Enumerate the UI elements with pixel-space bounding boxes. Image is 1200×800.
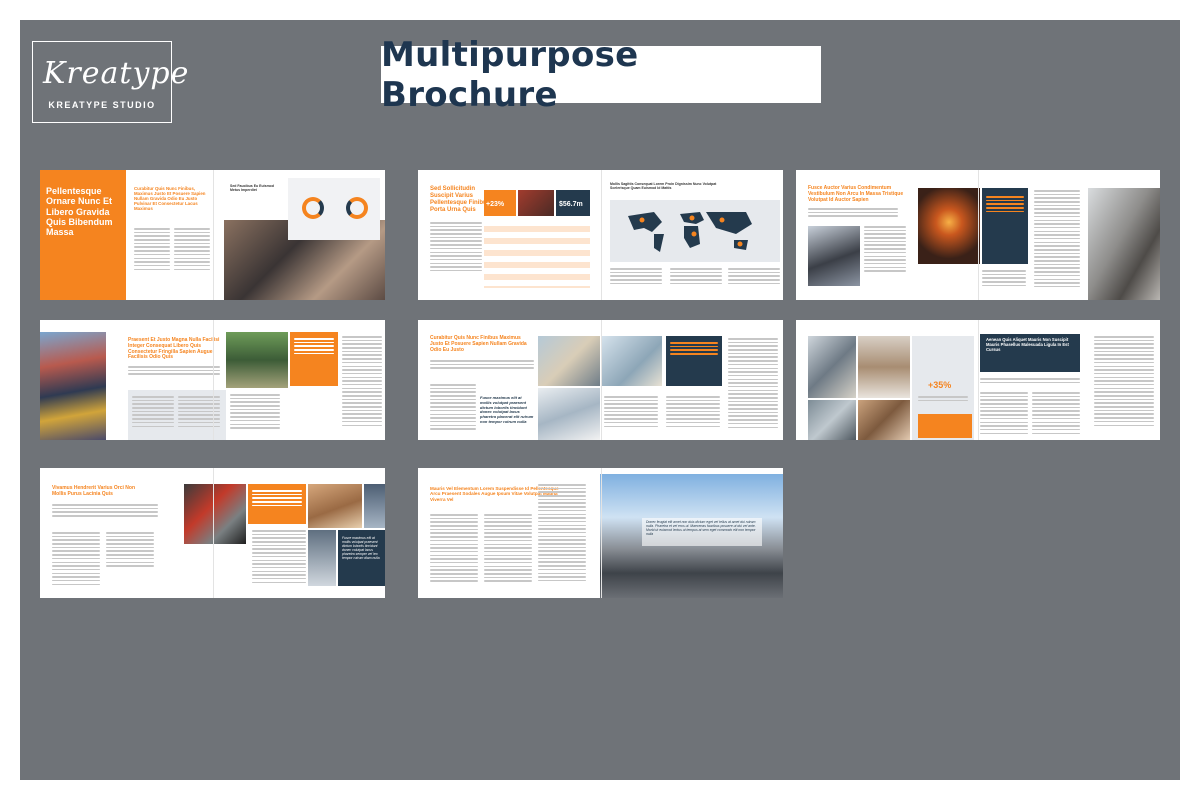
living-room-photo (602, 336, 662, 386)
stat-value-2: $56.7m (559, 201, 583, 208)
world-map-icon (628, 212, 752, 252)
body-text-column (982, 270, 1026, 288)
room-photo (858, 336, 910, 398)
body-text-column (864, 226, 906, 274)
logo-studio-name: KREATYPE STUDIO (48, 100, 156, 110)
brochure-spread-1: Pellentesque Ornare Nunc Et Libero Gravi… (40, 170, 385, 300)
body-text-column (610, 268, 662, 286)
steel-factory-photo (918, 188, 980, 264)
body-text-column (342, 336, 382, 428)
donut-chart-icon (346, 197, 368, 219)
brochure-spread-8: Mauris Vel Elementum Lorem Suspendisse I… (418, 468, 783, 598)
body-text-column (666, 396, 720, 429)
studio-logo: Kreatype KREATYPE STUDIO (32, 41, 188, 123)
pull-quote: Fusce maximus elit at mollis volutpat pr… (480, 395, 534, 424)
pull-quote: Donec feugiat elit amet non duis dictum … (646, 520, 756, 537)
quote-lines (294, 338, 334, 356)
brochure-spread-6: +35% Aenean Quis Aliquet Mauris Non Susc… (796, 320, 1160, 440)
spread-heading: Fusce Auctor Varius Condimentum Vestibul… (808, 185, 904, 203)
page-title: Multipurpose Brochure (381, 34, 639, 115)
presentation-canvas: Kreatype KREATYPE STUDIO Multipurpose Br… (20, 20, 1180, 780)
body-text-column (52, 532, 100, 587)
worker-photo (1088, 188, 1160, 300)
body-text-column (106, 532, 154, 569)
stat-title: Sed Faucibus Eu Euismod Metus Imperdiet (230, 184, 274, 193)
body-text-column (980, 392, 1028, 436)
body-text-column (1094, 336, 1154, 428)
body-text-column (252, 530, 306, 585)
stat-value: +35% (928, 380, 952, 390)
body-text-column (132, 396, 174, 429)
brochure-spread-2: Sed Sollicitudin Suscipit Varius Pellent… (418, 170, 783, 300)
body-text-column (1034, 190, 1080, 290)
body-text-column (178, 396, 220, 429)
brochure-spread-5: Curabitur Quis Nunc Finibus Maximus Just… (418, 320, 783, 440)
body-text-column (430, 514, 478, 584)
kitchen-photo (858, 400, 910, 440)
quote-lines (986, 196, 1024, 214)
climber-photo (308, 484, 362, 528)
warehouse-photo (518, 190, 554, 216)
city-aerial-photo (226, 332, 288, 388)
quote-box-orange (918, 414, 972, 438)
body-text-column (484, 514, 532, 584)
quote-lines (670, 342, 718, 357)
body-text-column (430, 222, 482, 274)
body-intro-text (128, 366, 220, 377)
sports-photo (308, 530, 336, 586)
logo-script-wordmark: Kreatype (43, 56, 190, 91)
quote-lines (252, 490, 302, 508)
spread-heading: Sed Sollicitudin Suscipit Varius Pellent… (430, 186, 491, 213)
body-text-column (604, 396, 658, 429)
brochure-spread-7: Vivamus Hendrerit Varius Orci Non Mollis… (40, 468, 385, 598)
interior-photo (538, 336, 600, 386)
brochure-spread-4: Praesent Et Justo Magna Nulla Facilisi I… (40, 320, 385, 440)
office-photo (538, 388, 600, 440)
spread-heading: Curabitur Quis Nunc Finibus Maximus Just… (430, 335, 527, 353)
pull-quote: Fusce maximus elit at mollis volutpat pr… (342, 536, 380, 561)
body-text-column (134, 228, 170, 272)
stat-caption (918, 396, 968, 403)
data-table (484, 226, 590, 288)
donut-chart-icon (302, 197, 324, 219)
body-intro-text (808, 208, 898, 219)
body-intro-text (980, 378, 1080, 385)
body-text-column (430, 384, 476, 432)
body-intro-text (52, 504, 158, 519)
cover-heading: Pellentesque Ornare Nunc Et Libero Gravi… (46, 186, 113, 238)
brochure-spread-3: Fusce Auctor Varius Condimentum Vestibul… (796, 170, 1160, 300)
lobby-photo (808, 336, 856, 398)
body-text-column (728, 338, 778, 430)
spread-heading: Aenean Quis Aliquet Mauris Non Suscipit … (986, 337, 1069, 352)
spread-heading: Praesent Et Justo Magna Nulla Facilisi I… (128, 337, 220, 361)
body-text-column (230, 394, 280, 431)
body-text-column (1032, 392, 1080, 436)
page-title-banner: Multipurpose Brochure (381, 35, 821, 115)
baseball-photo (364, 484, 385, 528)
businessmen-photo (808, 226, 860, 286)
body-text-column (538, 484, 586, 584)
body-text-column (670, 268, 722, 286)
map-title: Mollis Sagittis Consequat Lorem Proin Di… (610, 182, 717, 191)
spread-heading: Curabitur Quis Nunc Finibus, Maximus Jus… (134, 186, 206, 212)
spread-heading: Vivamus Hendrerit Varius Orci Non Mollis… (52, 485, 135, 497)
cyclist-photo (184, 484, 246, 544)
body-text-column (728, 268, 780, 286)
stat-value-1: +23% (486, 201, 505, 208)
marathon-crowd-photo (40, 332, 106, 440)
window-photo (808, 400, 856, 440)
body-text-column (174, 228, 210, 272)
body-intro-text (430, 360, 534, 371)
